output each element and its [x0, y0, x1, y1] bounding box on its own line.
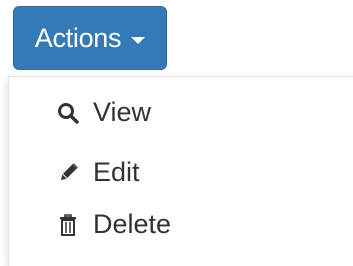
actions-dropdown-menu: View Edit Delete — [8, 76, 353, 266]
actions-dropdown-button[interactable]: Actions — [13, 6, 167, 70]
search-icon — [55, 100, 81, 126]
dropdown-demo: Actions View Edit Delete — [0, 0, 353, 266]
menu-item-edit[interactable]: Edit — [55, 159, 140, 186]
menu-item-label: View — [93, 97, 152, 127]
menu-item-label: Edit — [93, 157, 140, 187]
menu-item-delete[interactable]: Delete — [55, 211, 171, 238]
trash-icon — [55, 212, 81, 238]
menu-item-view[interactable]: View — [55, 99, 151, 126]
caret-down-icon — [131, 36, 146, 44]
menu-item-label: Delete — [93, 209, 172, 239]
actions-button-label: Actions — [34, 22, 122, 53]
pencil-icon — [55, 160, 81, 186]
